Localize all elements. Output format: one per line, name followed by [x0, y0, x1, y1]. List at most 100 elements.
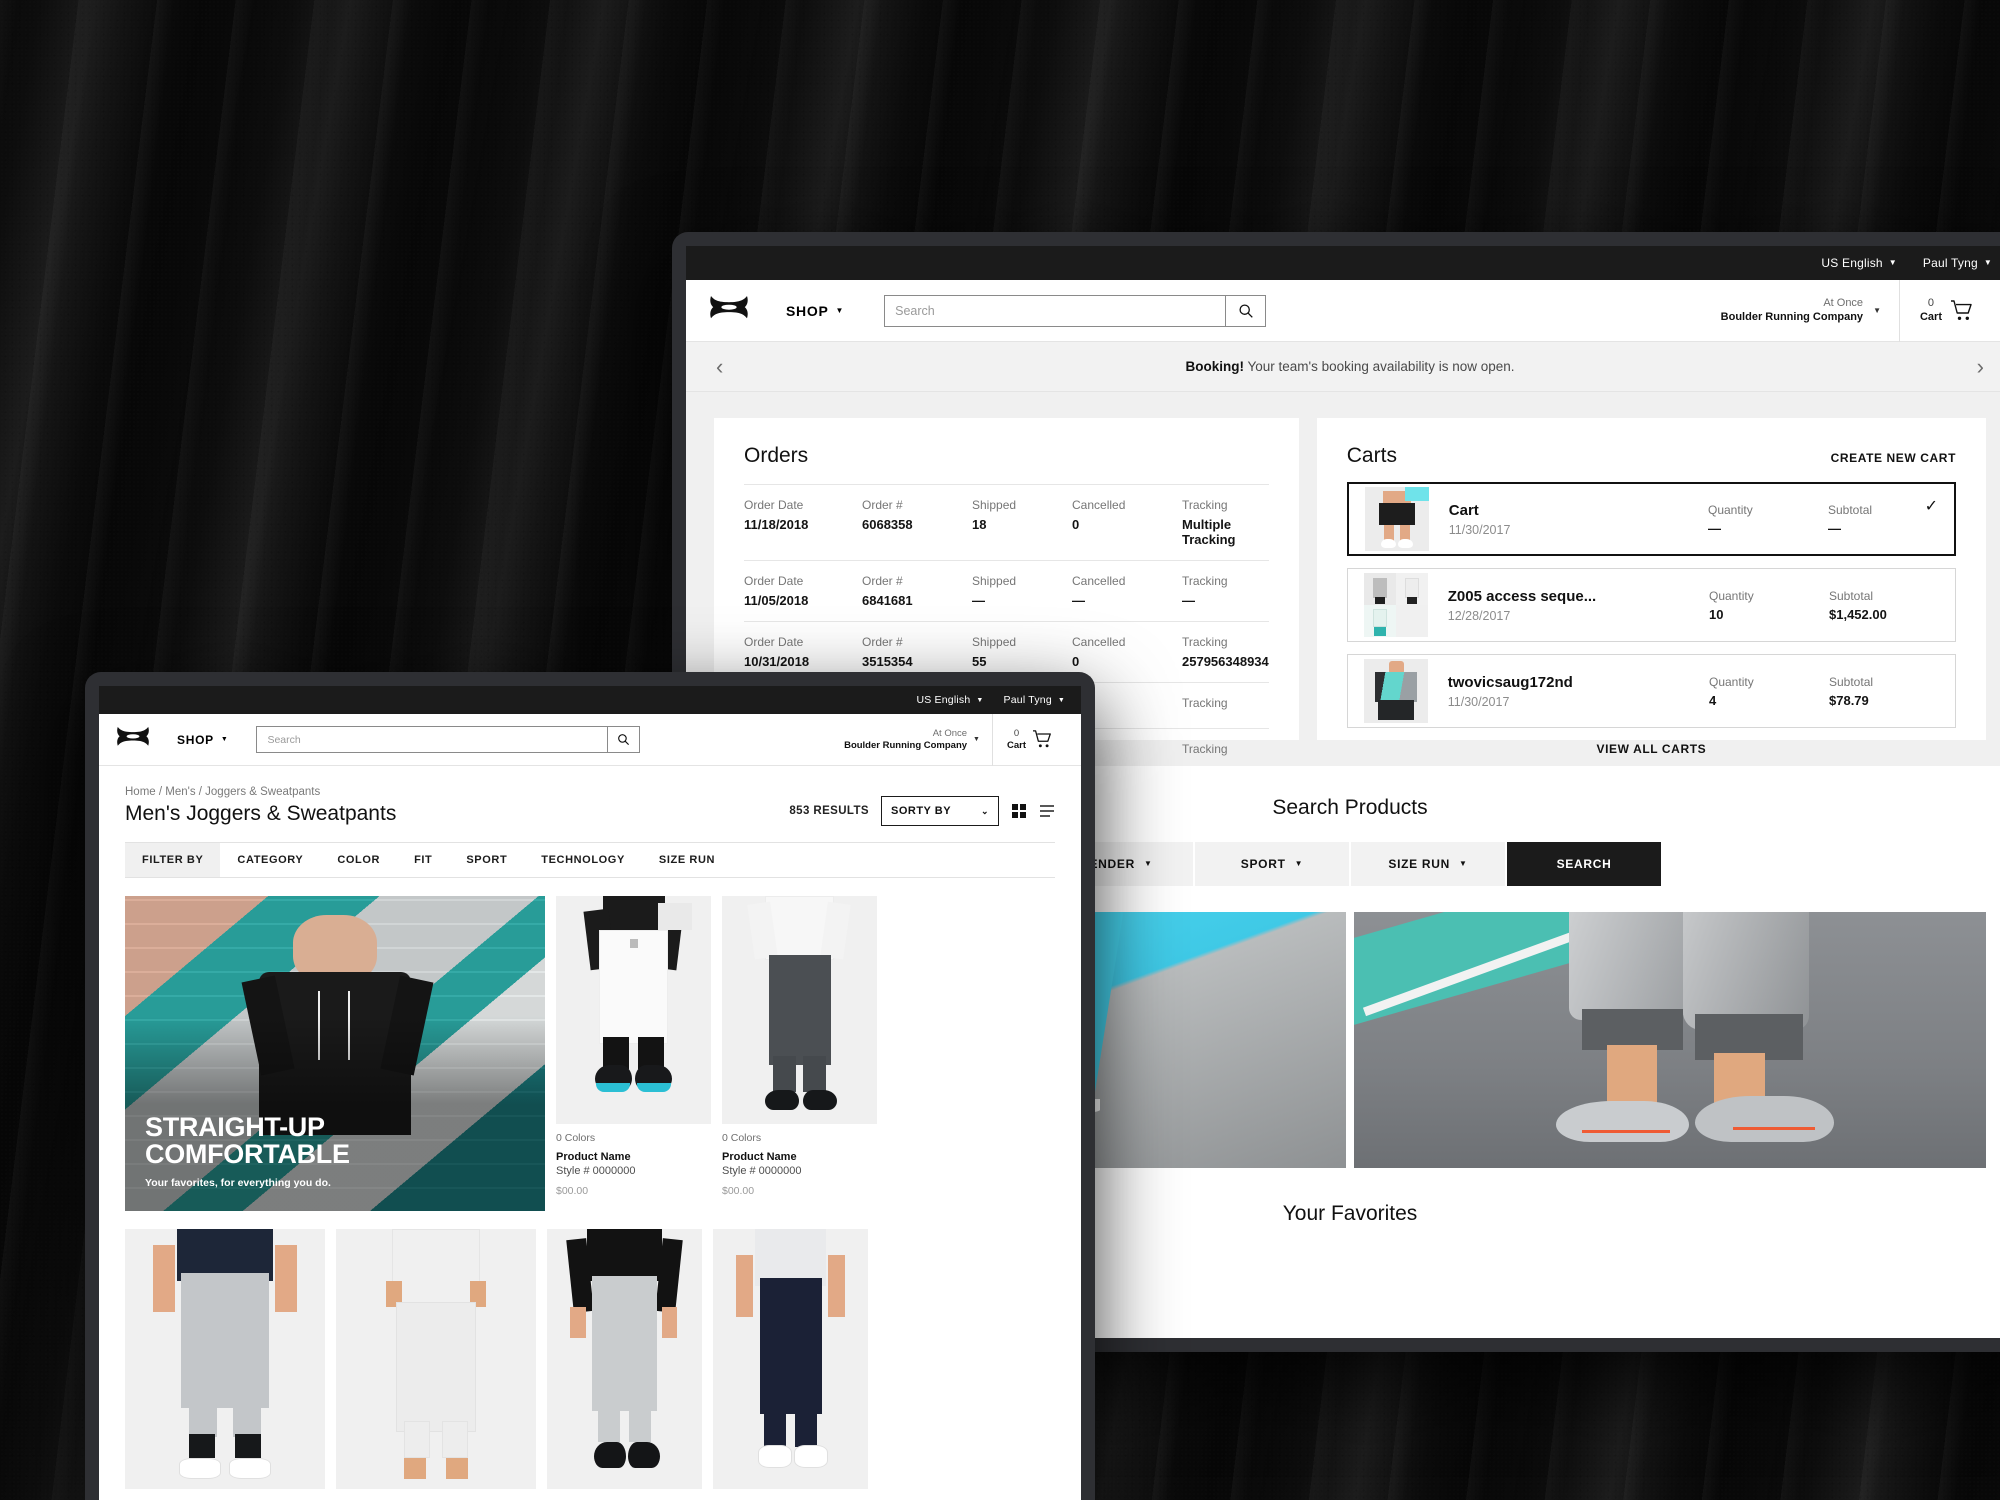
table-row[interactable]: Order Date 11/18/2018 Order # 6068358 Ship…	[744, 484, 1269, 560]
search-button[interactable]	[1225, 295, 1266, 326]
user-menu[interactable]: Paul Tyng ▼	[1004, 694, 1065, 706]
filter-category[interactable]: CATEGORY	[220, 843, 320, 877]
cell-order-number: 6068358	[862, 517, 913, 532]
back-account-area: At Once Boulder Running Company ▼ 0 Cart	[1721, 279, 1992, 342]
cell-tracking: 257956348934	[1182, 654, 1269, 669]
chevron-left-icon[interactable]: ‹	[716, 354, 723, 380]
col-tracking: Tracking	[1182, 635, 1228, 649]
filter-color[interactable]: COLOR	[320, 843, 397, 877]
product-image[interactable]	[547, 1229, 702, 1489]
list-view-icon[interactable]	[1039, 803, 1055, 819]
plp-toolbar: 853 RESULTS SORTY BY ⌄	[789, 796, 1055, 826]
page-title: Men's Joggers & Sweatpants	[125, 802, 397, 825]
chevron-right-icon[interactable]: ›	[1977, 354, 1984, 380]
cart-name: Z005 access seque...	[1447, 587, 1597, 605]
cart-button[interactable]: 0 Cart	[991, 713, 1065, 766]
search-icon	[1239, 303, 1253, 318]
cell-order-number: 6841681	[862, 593, 913, 608]
size-run-filter[interactable]: SIZE RUN ▼	[1351, 842, 1505, 886]
search-input[interactable]	[257, 727, 607, 752]
chevron-down-icon: ▼	[1057, 696, 1065, 704]
search-button[interactable]	[606, 727, 640, 752]
back-utility-bar: US English ▼ Paul Tyng ▼	[686, 246, 2000, 280]
front-search-box[interactable]	[256, 726, 641, 753]
language-selector[interactable]: US English ▼	[1821, 256, 1897, 270]
cart-name: twovicsaug172nd	[1447, 673, 1573, 691]
cart-label: Cart	[1919, 310, 1942, 323]
filter-fit[interactable]: FIT	[397, 843, 449, 877]
filter-technology[interactable]: TECHNOLOGY	[524, 843, 642, 877]
back-search-box[interactable]	[884, 294, 1267, 327]
col-cancelled: Cancelled	[1072, 635, 1126, 649]
cell-cancelled: —	[1072, 593, 1085, 608]
language-selector[interactable]: US English ▼	[916, 694, 983, 706]
shop-menu[interactable]: SHOP ▼	[786, 303, 844, 319]
view-all-carts-button[interactable]: VIEW ALL CARTS	[1597, 742, 1707, 756]
account-selector[interactable]: At Once Boulder Running Company	[844, 728, 973, 752]
product-tile[interactable]: 0 Colors Product Name Style # 0000000 $0…	[556, 896, 711, 1211]
product-tile[interactable]: 0 Colors Product Name Style # 0000000 $0…	[722, 896, 877, 1211]
filter-sport[interactable]: SPORT	[449, 843, 524, 877]
cell-shipped: —	[972, 593, 985, 608]
chevron-down-icon[interactable]: ▼	[1873, 306, 1881, 315]
hero-line-2: COMFORTABLE	[145, 1139, 350, 1170]
cell-order-number: 3515354	[862, 654, 913, 669]
subtotal-label: Subtotal	[1829, 674, 1874, 689]
search-input[interactable]	[885, 295, 1226, 326]
plp-header: Home / Men's / Joggers & Sweatpants Men'…	[99, 766, 1081, 878]
promo-image-apparel[interactable]	[1354, 912, 1986, 1168]
under-armour-logo-icon[interactable]	[115, 726, 151, 753]
col-shipped: Shipped	[972, 574, 1017, 588]
product-image[interactable]	[125, 1229, 325, 1489]
chevron-down-icon: ▼	[976, 696, 984, 704]
quantity-label: Quantity	[1709, 674, 1754, 689]
hero-banner[interactable]: STRAIGHT-UP COMFORTABLE Your favorites, …	[125, 896, 545, 1211]
breadcrumb[interactable]: Home / Men's / Joggers & Sweatpants	[125, 786, 396, 798]
col-cancelled: Cancelled	[1072, 498, 1126, 512]
filter-by-label: FILTER BY	[125, 843, 221, 877]
shop-menu[interactable]: SHOP ▼	[177, 733, 228, 747]
chevron-down-icon: ▼	[1458, 859, 1468, 868]
cell-cancelled: 0	[1072, 654, 1080, 669]
account-type: At Once	[1823, 296, 1864, 309]
cart-thumbnail	[1363, 659, 1428, 723]
front-utility-bar: US English ▼ Paul Tyng ▼	[99, 686, 1081, 714]
table-row[interactable]: Order Date 11/05/2018 Order # 6841681 Ship…	[744, 560, 1269, 621]
product-image[interactable]	[336, 1229, 536, 1489]
user-label: Paul Tyng	[1003, 694, 1052, 706]
cell-shipped: 18	[972, 517, 987, 532]
cart-button[interactable]: 0 Cart	[1898, 279, 1992, 342]
account-selector[interactable]: At Once Boulder Running Company	[1721, 297, 1873, 325]
cart-thumbnail	[1364, 487, 1429, 551]
under-armour-logo-icon[interactable]	[708, 295, 750, 326]
orders-title: Orders	[744, 444, 809, 467]
create-new-cart-button[interactable]: CREATE NEW CART	[1831, 451, 1956, 465]
product-image[interactable]	[713, 1229, 868, 1489]
shop-label: SHOP	[177, 732, 214, 747]
subtotal-label: Subtotal	[1829, 588, 1874, 603]
cell-shipped: 55	[972, 654, 987, 669]
cell-tracking: Multiple Tracking	[1182, 517, 1236, 547]
product-colors: 0 Colors	[722, 1132, 762, 1144]
grid-view-icon[interactable]	[1011, 803, 1027, 819]
filter-size-run[interactable]: SIZE RUN	[642, 843, 732, 877]
cell-order-date: 11/18/2018	[744, 517, 809, 532]
subtotal-value: $1,452.00	[1829, 606, 1887, 622]
chevron-down-icon[interactable]: ▼	[973, 736, 980, 743]
size-run-filter-label: SIZE RUN	[1388, 857, 1450, 871]
sport-filter[interactable]: SPORT ▼	[1195, 842, 1349, 886]
laptop-front-device: US English ▼ Paul Tyng ▼ SHOP ▼ Search A…	[85, 672, 1095, 1500]
promo-message: Booking! Your team's booking availabilit…	[1185, 359, 1514, 374]
sort-by-label: SORTY BY	[891, 805, 952, 817]
col-order-date: Order Date	[744, 574, 804, 588]
list-item[interactable]: Z005 access seque... 12/28/2017 Quantity…	[1346, 568, 1956, 642]
list-item[interactable]: twovicsaug172nd 11/30/2017 Quantity 4 Su…	[1346, 654, 1956, 728]
promo-text: Your team's booking availability is now …	[1247, 359, 1515, 374]
list-item[interactable]: Cart 11/30/2017 Quantity — Subtotal — ✓	[1346, 482, 1956, 556]
user-menu[interactable]: Paul Tyng ▼	[1923, 256, 1992, 270]
search-products-button[interactable]: SEARCH	[1507, 842, 1661, 886]
sort-by-select[interactable]: SORTY BY ⌄	[881, 796, 999, 826]
product-image	[556, 896, 711, 1124]
hero-text: STRAIGHT-UP COMFORTABLE Your favorites, …	[145, 1113, 350, 1189]
user-label: Paul Tyng	[1922, 256, 1978, 270]
